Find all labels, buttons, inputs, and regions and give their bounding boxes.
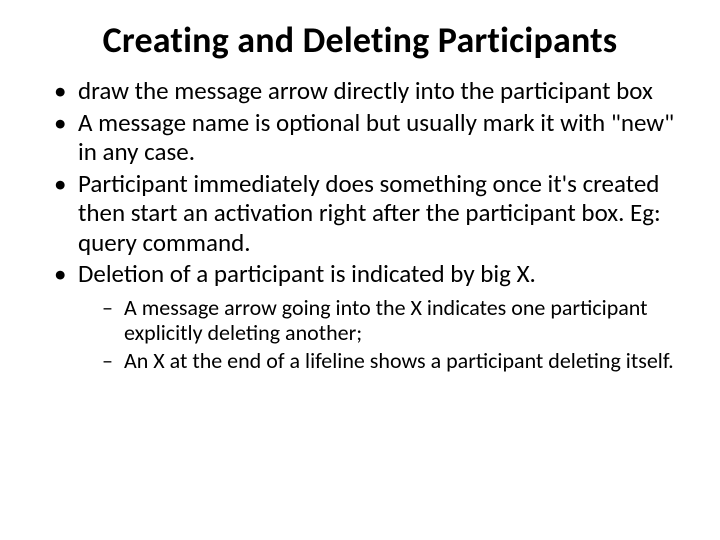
- slide-title: Creating and Deleting Participants: [32, 18, 688, 62]
- bullet-list: draw the message arrow directly into the…: [32, 76, 688, 374]
- list-item: A message name is optional but usually m…: [60, 108, 688, 167]
- list-item: A message arrow going into the X indicat…: [106, 295, 688, 347]
- list-item: draw the message arrow directly into the…: [60, 76, 688, 106]
- sub-bullet-list: A message arrow going into the X indicat…: [78, 295, 688, 375]
- list-item: Participant immediately does something o…: [60, 169, 688, 258]
- list-item: Deletion of a participant is indicated b…: [60, 259, 688, 374]
- list-item: An X at the end of a lifeline shows a pa…: [106, 348, 688, 374]
- list-item-text: Deletion of a participant is indicated b…: [78, 258, 536, 289]
